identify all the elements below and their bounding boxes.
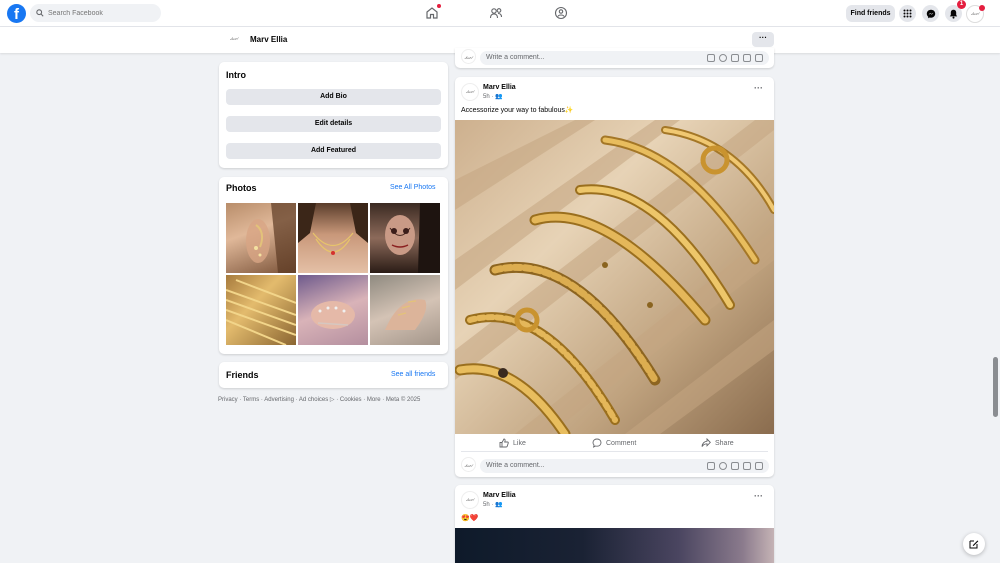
notifications-bell-icon[interactable]: 1 [945,0,966,22]
profile-name[interactable]: Marv Ellia [250,35,287,44]
photos-title: Photos [226,183,257,193]
avatar-sticker-icon[interactable] [707,462,715,470]
intro-card: Intro Add Bio Edit details Add Featured [219,62,448,168]
photos-card: Photos See All Photos [219,177,448,354]
like-icon [499,438,509,448]
avatar-text: Ꮧ𝓊ℯ𝓁 [971,11,979,16]
gif-icon[interactable] [743,54,751,62]
post-more-options-icon[interactable]: ··· [754,491,763,501]
comment-label: Comment [606,439,637,447]
notification-count-badge: 1 [957,0,966,9]
post-card: Ꮧ𝓊ℯ𝓁 Marv Ellia 5h · 👥 ··· 😍❤️ [455,485,774,563]
see-all-friends-link[interactable]: See all friends [391,371,435,378]
comment-button[interactable]: Comment [592,438,636,448]
comment-icon [592,438,602,448]
photo-thumbnail[interactable] [370,203,440,273]
comment-input[interactable]: Write a comment... [480,459,769,473]
post-caption: 😍❤️ [461,515,479,522]
add-featured-button[interactable]: Add Featured [226,143,441,159]
share-button[interactable]: Share [701,438,734,448]
see-all-photos-link[interactable]: See All Photos [390,184,436,191]
share-icon [701,438,711,447]
comment-avatar: Ꮧ𝓊ℯ𝓁 [461,457,476,472]
share-label: Share [715,439,734,447]
post-image[interactable] [455,528,774,563]
camera-icon[interactable] [731,54,739,62]
add-bio-button[interactable]: Add Bio [226,89,441,105]
post-author-name[interactable]: Marv Ellia [483,84,516,91]
post-more-options-icon[interactable]: ··· [754,83,763,93]
groups-icon[interactable] [554,6,568,20]
find-friends-button[interactable]: Find friends [846,5,895,22]
messenger-icon[interactable] [922,5,939,22]
photo-thumbnail[interactable] [226,203,296,273]
emoji-icon[interactable] [719,462,727,470]
divider [461,451,768,452]
friends-card: Friends See all friends [219,362,448,388]
scrollbar-thumb[interactable] [993,357,998,417]
profile-avatar[interactable]: Ꮧ𝓊ℯ𝓁 [225,30,243,48]
comment-avatar: Ꮧ𝓊ℯ𝓁 [461,49,476,64]
comment-input[interactable]: Write a comment... [480,51,769,65]
avatar-text: Ꮧ𝓊ℯ𝓁 [466,89,474,94]
avatar-text: Ꮧ𝓊ℯ𝓁 [464,463,473,468]
comment-placeholder: Write a comment... [486,462,545,469]
comment-tools [707,54,763,62]
photo-thumbnail[interactable] [370,275,440,345]
post-timestamp[interactable]: 5h · 👥 [483,93,502,100]
gif-icon[interactable] [743,462,751,470]
photo-thumbnail[interactable] [226,275,296,345]
search-icon [36,9,44,17]
friends-icon[interactable] [489,6,503,20]
compose-icon [969,540,979,549]
camera-icon[interactable] [731,462,739,470]
post-card: Ꮧ𝓊ℯ𝓁 Marv Ellia 5h · 👥 ··· Accessorize y… [455,77,774,477]
emoji-icon[interactable] [719,54,727,62]
comment-tools [707,462,763,470]
top-navigation-bar: f Find friends 1 Ꮧ𝓊ℯ𝓁 [0,0,1000,27]
post-author-avatar[interactable]: Ꮧ𝓊ℯ𝓁 [461,83,479,101]
home-icon[interactable] [425,4,441,20]
post-author-avatar[interactable]: Ꮧ𝓊ℯ𝓁 [461,491,479,509]
account-avatar[interactable]: Ꮧ𝓊ℯ𝓁 [966,5,985,23]
footer-links[interactable]: Privacy · Terms · Advertising · Ad choic… [218,396,420,403]
sticker-icon[interactable] [755,54,763,62]
like-button[interactable]: Like [499,438,526,448]
edit-details-button[interactable]: Edit details [226,116,441,132]
post-caption: Accessorize your way to fabulous✨ [461,107,574,114]
photo-thumbnail[interactable] [298,275,368,345]
previous-post-tail: Ꮧ𝓊ℯ𝓁 Write a comment... [455,48,774,68]
avatar-text: Ꮧ𝓊ℯ𝓁 [466,497,474,502]
post-image[interactable] [455,120,774,434]
account-alert-dot [979,5,985,11]
avatar-sticker-icon[interactable] [707,54,715,62]
profile-more-button[interactable]: ··· [752,32,774,47]
facebook-logo-icon[interactable]: f [7,4,26,23]
menu-grid-icon[interactable] [899,5,916,22]
avatar-text: Ꮧ𝓊ℯ𝓁 [464,55,473,60]
avatar-text: Ꮧ𝓊ℯ𝓁 [230,36,238,41]
search-bar[interactable] [30,4,161,22]
home-notification-dot [437,4,441,8]
photo-thumbnail[interactable] [298,203,368,273]
page-scrollbar[interactable] [992,27,1000,563]
like-label: Like [513,439,526,447]
friends-title: Friends [226,370,259,380]
sticker-icon[interactable] [755,462,763,470]
search-input[interactable] [48,9,148,17]
post-timestamp[interactable]: 5h · 👥 [483,501,502,508]
intro-title: Intro [226,70,246,80]
new-message-button[interactable] [963,533,985,555]
post-author-name[interactable]: Marv Ellia [483,492,516,499]
comment-placeholder: Write a comment... [486,54,545,61]
